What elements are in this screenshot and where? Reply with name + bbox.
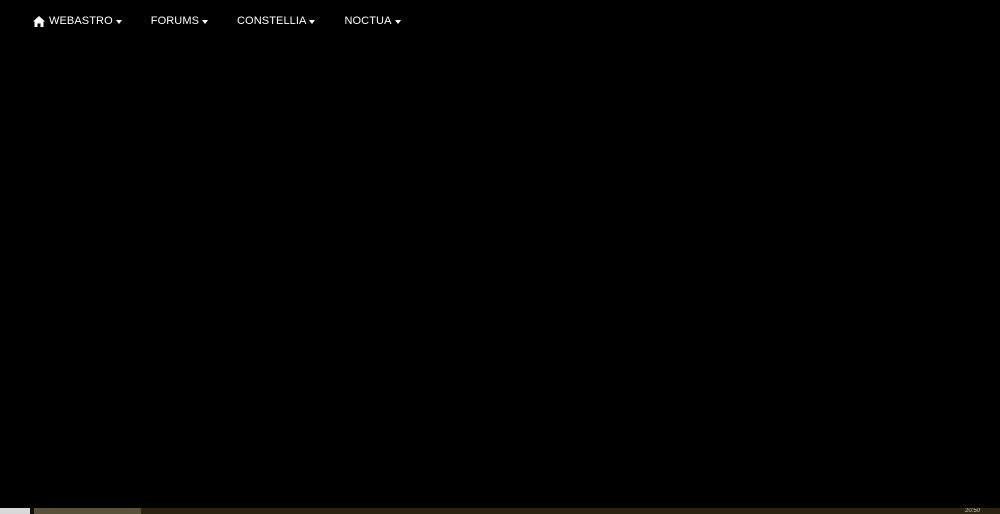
nav-item-forums[interactable]: FORUMS xyxy=(150,0,209,42)
nav-item-label: WEBASTRO xyxy=(49,15,113,27)
caret-down-icon xyxy=(394,19,401,24)
caret-down-icon xyxy=(115,19,122,24)
start-button[interactable] xyxy=(0,508,30,514)
nav-item-webastro[interactable]: WEBASTRO xyxy=(33,0,122,42)
nav-item-constellia[interactable]: CONSTELLIA xyxy=(237,0,316,42)
top-navbar: WEBASTRO FORUMS CONSTELLIA NOCTUA xyxy=(0,0,1000,42)
nav-item-label: CONSTELLIA xyxy=(237,15,307,27)
caret-down-icon xyxy=(202,19,209,24)
nav-item-noctua[interactable]: NOCTUA xyxy=(344,0,401,42)
taskbar: 20:50 xyxy=(0,508,1000,514)
page: WEBASTRO FORUMS CONSTELLIA NOCTUA 20:50 xyxy=(0,0,1000,514)
home-icon xyxy=(33,15,45,27)
taskbar-clock[interactable]: 20:50 xyxy=(965,508,980,514)
nav-item-label: NOCTUA xyxy=(344,15,392,27)
taskbar-active-task[interactable] xyxy=(34,508,141,514)
nav-item-label: FORUMS xyxy=(150,15,200,27)
caret-down-icon xyxy=(309,19,316,24)
